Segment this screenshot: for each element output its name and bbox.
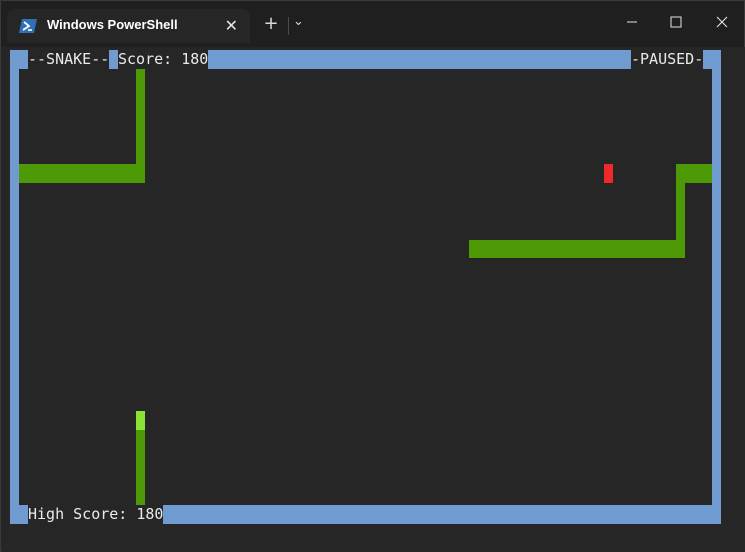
high-score-label: High Score: 180 <box>28 505 164 524</box>
terminal-window: Windows PowerShell ✕ + ⌄ --SNAKE-- Score… <box>0 0 745 552</box>
snake-segment <box>19 164 145 183</box>
tab-divider <box>288 17 289 35</box>
paused-status-label: -PAUSED- <box>631 50 704 69</box>
close-tab-icon[interactable]: ✕ <box>225 16 238 35</box>
minimize-icon[interactable] <box>621 11 643 33</box>
tab-powershell[interactable]: Windows PowerShell ✕ <box>7 9 250 43</box>
board-border-right <box>712 50 721 524</box>
snake-head <box>136 411 145 430</box>
snake-segment <box>469 240 685 258</box>
title-bar: Windows PowerShell ✕ + ⌄ <box>1 1 744 47</box>
powershell-icon <box>19 19 37 33</box>
snake-segment <box>136 430 145 505</box>
maximize-icon[interactable] <box>665 11 687 33</box>
chevron-down-icon[interactable]: ⌄ <box>293 14 304 29</box>
score-label: Score: 180 <box>118 50 209 69</box>
tab-title: Windows PowerShell <box>47 17 178 32</box>
terminal-content: --SNAKE-- Score: 180 -PAUSED- High Score… <box>2 47 745 552</box>
game-title-label: --SNAKE-- <box>28 50 110 69</box>
board-border-left <box>10 50 19 524</box>
board-border-top <box>10 50 721 69</box>
food-pellet <box>604 164 613 183</box>
close-window-icon[interactable] <box>711 11 733 33</box>
new-tab-button[interactable]: + <box>263 13 279 34</box>
